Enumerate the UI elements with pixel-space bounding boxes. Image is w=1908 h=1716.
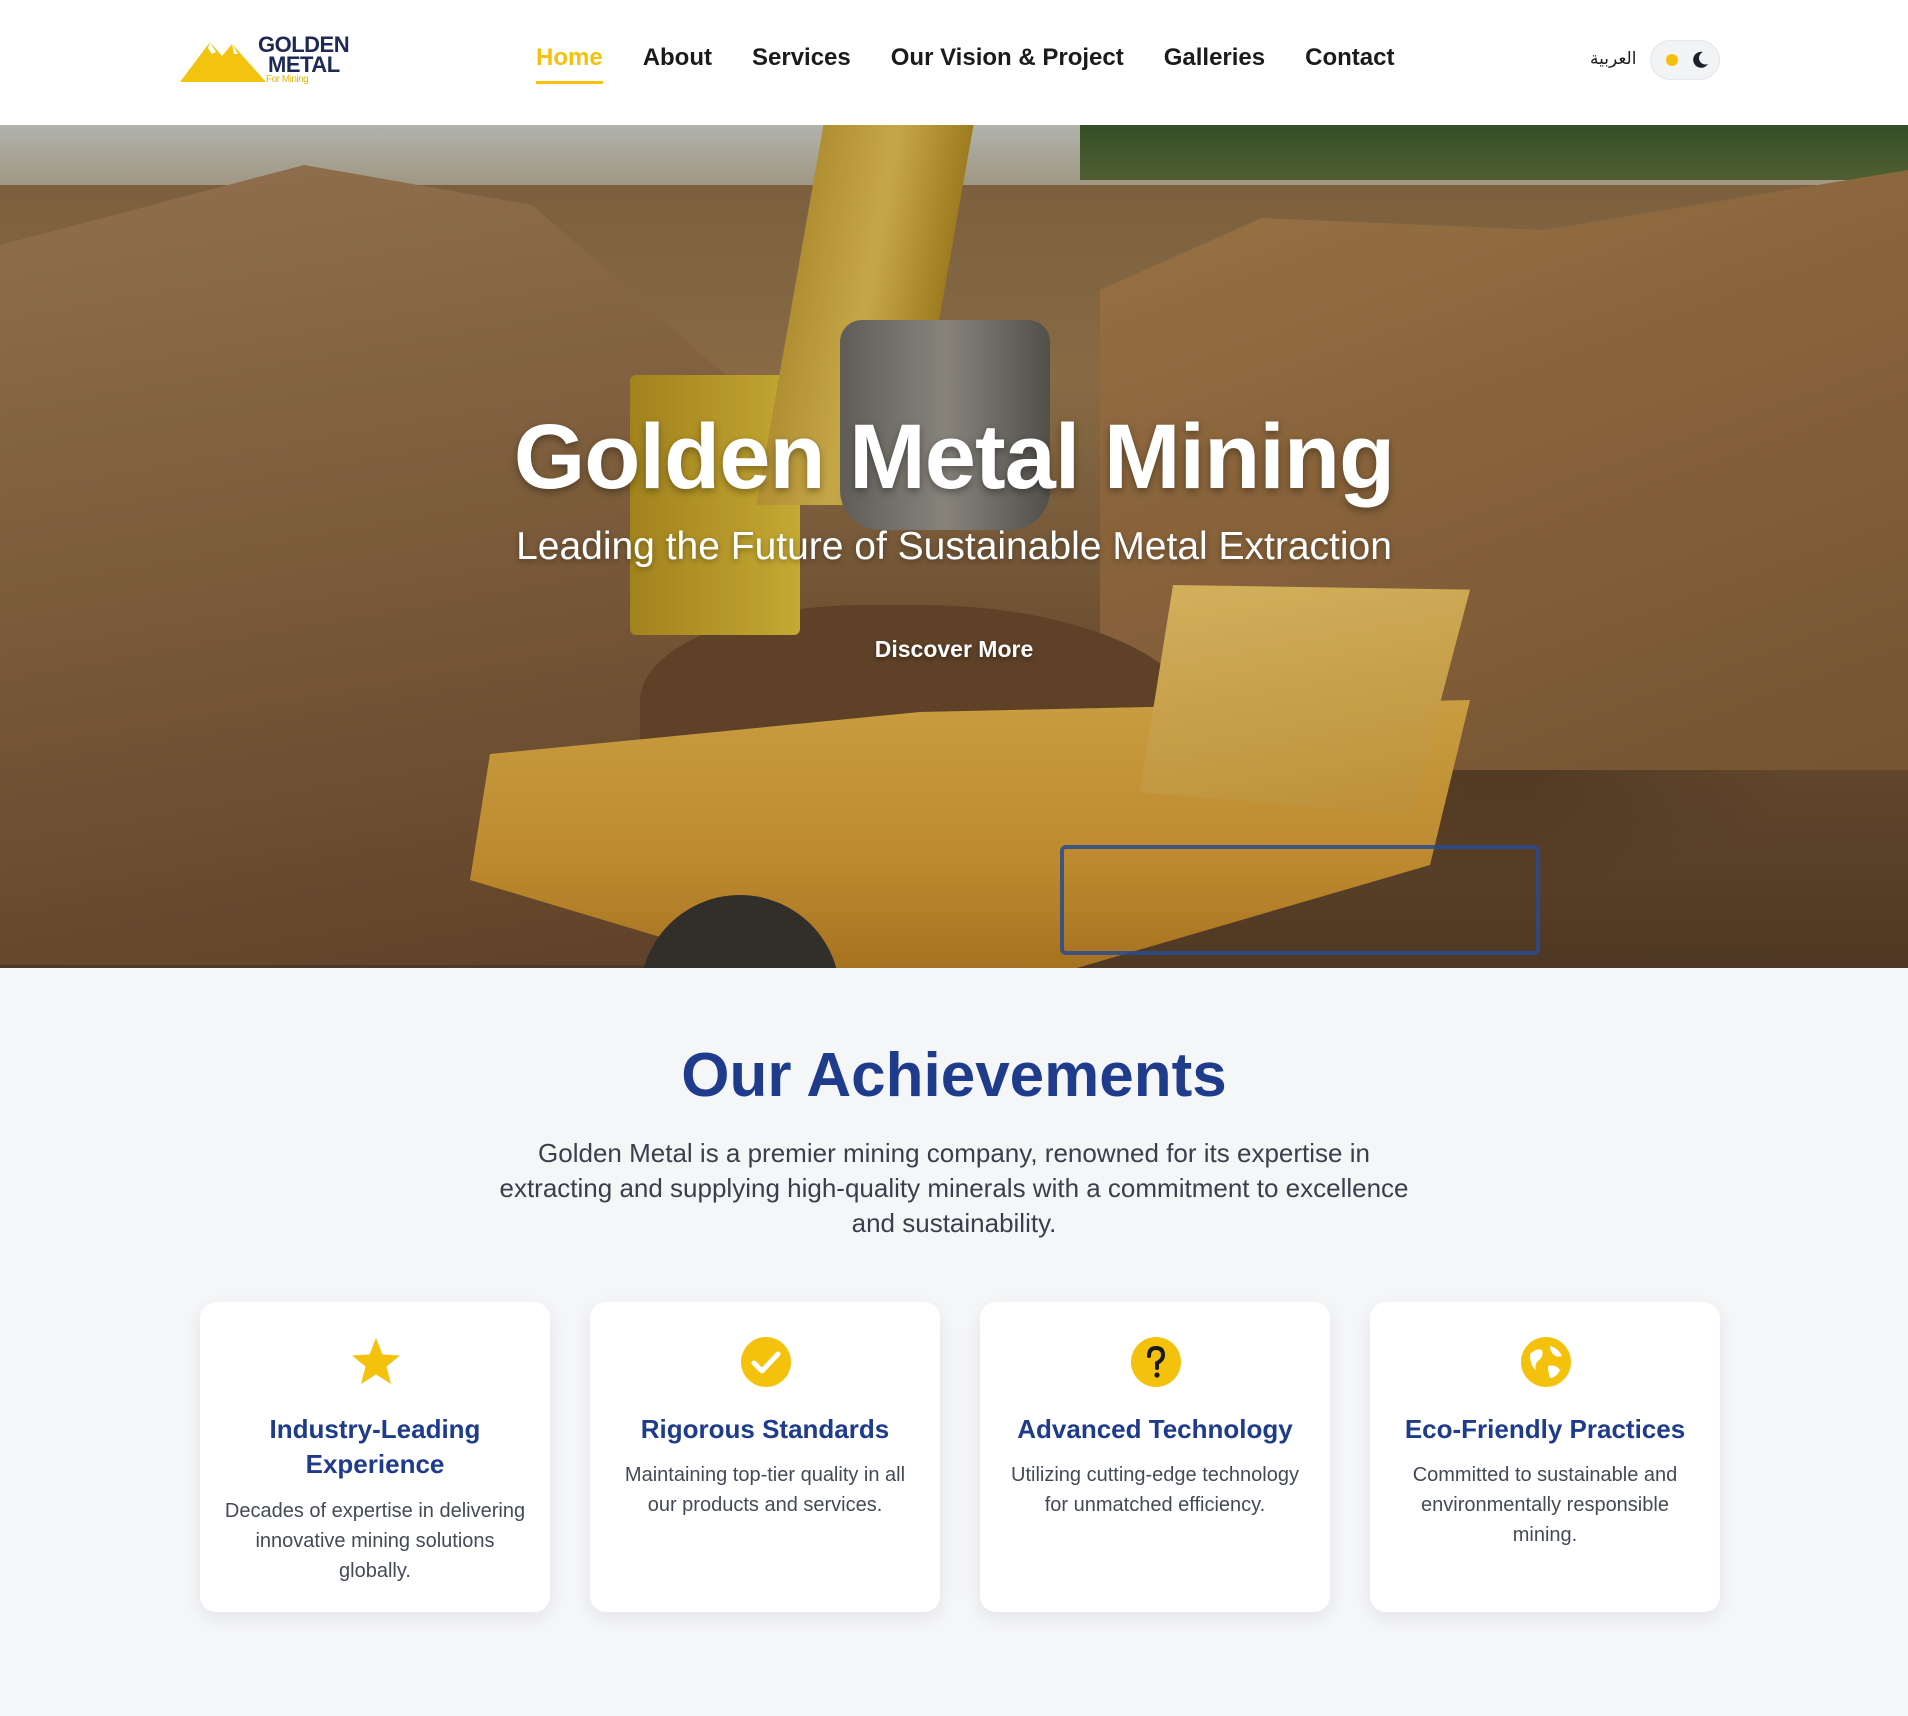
- card-title: Rigorous Standards: [640, 1414, 890, 1444]
- achievements-description: Golden Metal is a premier mining company…: [499, 1138, 1409, 1238]
- nav-contact[interactable]: Contact: [1305, 44, 1394, 84]
- achievement-cards: Industry-Leading Experience Decades of e…: [200, 1302, 1722, 1614]
- hero-subtitle: Leading the Future of Sustainable Metal …: [516, 525, 1392, 568]
- nav-home[interactable]: Home: [536, 44, 603, 84]
- card-text: Utilizing cutting-edge technology for un…: [1011, 1464, 1299, 1516]
- achievement-card-standards: Rigorous Standards Maintaining top-tier …: [590, 1302, 940, 1612]
- discover-more-button[interactable]: Discover More: [844, 627, 1064, 671]
- achievements-title: Our Achievements: [681, 1041, 1227, 1110]
- site-header: GOLDEN METAL For Mining Home About Servi…: [0, 0, 1908, 125]
- card-text: Decades of expertise in delivering innov…: [224, 1500, 526, 1582]
- nav-galleries[interactable]: Galleries: [1164, 44, 1265, 84]
- logo-text-tagline: For Mining: [266, 74, 309, 85]
- star-icon: [352, 1338, 400, 1384]
- language-switch[interactable]: العربية: [1590, 49, 1636, 69]
- card-title: Industry-Leading Experience: [269, 1414, 481, 1479]
- card-title: Advanced Technology: [1017, 1414, 1293, 1444]
- mountain-logo-icon: [180, 42, 266, 82]
- nav-vision-project[interactable]: Our Vision & Project: [891, 44, 1124, 84]
- achievement-card-technology: Advanced Technology Utilizing cutting-ed…: [980, 1302, 1330, 1612]
- card-title: Eco-Friendly Practices: [1404, 1414, 1686, 1444]
- sun-icon: [1666, 54, 1678, 66]
- theme-toggle[interactable]: [1650, 40, 1720, 80]
- check-circle-icon: [741, 1337, 791, 1387]
- hero-title: Golden Metal Mining: [513, 406, 1396, 508]
- hero-section: Golden Metal Mining Leading the Future o…: [0, 125, 1908, 968]
- achievement-card-experience: Industry-Leading Experience Decades of e…: [200, 1302, 550, 1612]
- card-text: Committed to sustainable and environment…: [1412, 1464, 1678, 1546]
- card-text: Maintaining top-tier quality in all our …: [624, 1464, 906, 1516]
- brand-logo[interactable]: GOLDEN METAL For Mining: [180, 30, 350, 88]
- moon-icon: [1693, 51, 1708, 68]
- globe-icon: [1521, 1337, 1571, 1387]
- nav-about[interactable]: About: [643, 44, 712, 84]
- achievement-card-eco: Eco-Friendly Practices Committed to sust…: [1370, 1302, 1720, 1612]
- nav-services[interactable]: Services: [752, 44, 851, 84]
- main-nav: Home About Services Our Vision & Project…: [536, 44, 1434, 84]
- question-circle-icon: [1131, 1337, 1181, 1387]
- logo-text-metal: METAL: [268, 52, 340, 77]
